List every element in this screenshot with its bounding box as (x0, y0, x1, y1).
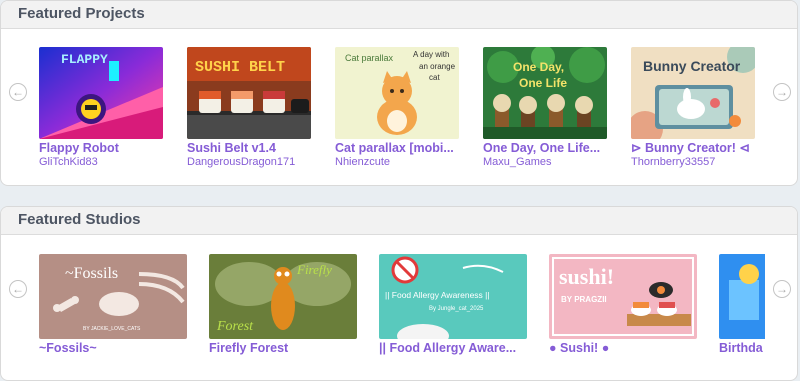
studio-card[interactable]: Firefly Forest Firefly Forest (209, 254, 357, 356)
studio-thumbnail[interactable]: || Food Allergy Awareness || By Jungle_c… (379, 254, 527, 339)
svg-text:Forest: Forest (216, 319, 254, 334)
project-thumbnail[interactable]: SUSHI BELT (187, 47, 311, 139)
project-title[interactable]: Sushi Belt v1.4 (187, 141, 311, 156)
studio-card[interactable]: sushi! BY PRAGZII ● Sushi! ● (549, 254, 697, 356)
svg-text:Cat parallax: Cat parallax (345, 53, 394, 63)
project-card[interactable]: SUSHI BELT Sushi Belt v1.4 DangerousDrag… (187, 47, 311, 169)
svg-text:One Life: One Life (519, 76, 567, 90)
prev-arrow-icon[interactable]: ← (9, 83, 27, 101)
studio-title[interactable]: ● Sushi! ● (549, 341, 697, 356)
studio-card[interactable]: ~Fossils BY JACKIE_LOVE_CATS ~Fossils~ (39, 254, 187, 356)
studio-card[interactable]: Birthda (719, 254, 765, 356)
svg-text:sushi!: sushi! (559, 264, 614, 289)
project-card[interactable]: Cat parallax A day with an orange cat Ca… (335, 47, 459, 169)
studio-thumbnail[interactable]: sushi! BY PRAGZII (549, 254, 697, 339)
studio-card[interactable]: || Food Allergy Awareness || By Jungle_c… (379, 254, 527, 356)
featured-studios-panel: Featured Studios ← ~Fossils BY JACKIE_LO… (0, 206, 798, 381)
svg-text:|| Food Allergy Awareness ||: || Food Allergy Awareness || (385, 290, 490, 300)
project-card[interactable]: FLAPPY Flappy Robot GliTchKid83 (39, 47, 163, 169)
project-author[interactable]: GliTchKid83 (39, 156, 163, 169)
project-thumbnail[interactable]: Bunny Creator (631, 47, 755, 139)
featured-projects-panel: Featured Projects ← FLAPPY Flappy Robot … (0, 0, 798, 186)
svg-text:cat: cat (429, 73, 440, 82)
project-title[interactable]: ⊳ Bunny Creator! ⊲ (631, 141, 755, 156)
next-arrow-icon[interactable]: → (773, 280, 791, 298)
project-card[interactable]: One Day, One Life One Day, One Life... M… (483, 47, 607, 169)
svg-text:Bunny Creator: Bunny Creator (643, 58, 741, 74)
project-author[interactable]: DangerousDragon171 (187, 156, 311, 169)
project-title[interactable]: Flappy Robot (39, 141, 163, 156)
studio-thumbnail[interactable]: Firefly Forest (209, 254, 357, 339)
studio-title[interactable]: ~Fossils~ (39, 341, 187, 356)
studio-title[interactable]: Firefly Forest (209, 341, 357, 356)
project-author[interactable]: Nhienzcute (335, 156, 459, 169)
svg-text:One Day,: One Day, (513, 60, 564, 74)
svg-text:~Fossils: ~Fossils (65, 265, 118, 282)
project-author[interactable]: Thornberry33557 (631, 156, 755, 169)
project-title[interactable]: One Day, One Life... (483, 141, 607, 156)
svg-text:an orange: an orange (419, 62, 456, 71)
project-thumbnail[interactable]: FLAPPY (39, 47, 163, 139)
project-title[interactable]: Cat parallax [mobi... (335, 141, 459, 156)
project-author[interactable]: Maxu_Games (483, 156, 607, 169)
studio-thumbnail[interactable] (719, 254, 765, 339)
svg-text:BY JACKIE_LOVE_CATS: BY JACKIE_LOVE_CATS (83, 326, 141, 332)
studio-thumbnail[interactable]: ~Fossils BY JACKIE_LOVE_CATS (39, 254, 187, 339)
svg-text:Firefly: Firefly (296, 262, 332, 277)
studio-title[interactable]: || Food Allergy Aware... (379, 341, 527, 356)
prev-arrow-icon[interactable]: ← (9, 280, 27, 298)
svg-text:FLAPPY: FLAPPY (61, 52, 108, 67)
project-thumbnail[interactable]: One Day, One Life (483, 47, 607, 139)
svg-text:BY PRAGZII: BY PRAGZII (561, 295, 607, 304)
svg-text:By Jungle_cat_2025: By Jungle_cat_2025 (429, 306, 484, 312)
next-arrow-icon[interactable]: → (773, 83, 791, 101)
svg-text:SUSHI BELT: SUSHI BELT (195, 59, 285, 76)
svg-text:A day with: A day with (413, 50, 449, 59)
project-card[interactable]: Bunny Creator ⊳ Bunny Creator! ⊲ Thornbe… (631, 47, 755, 169)
project-thumbnail[interactable]: Cat parallax A day with an orange cat (335, 47, 459, 139)
studio-title[interactable]: Birthda (719, 341, 765, 356)
